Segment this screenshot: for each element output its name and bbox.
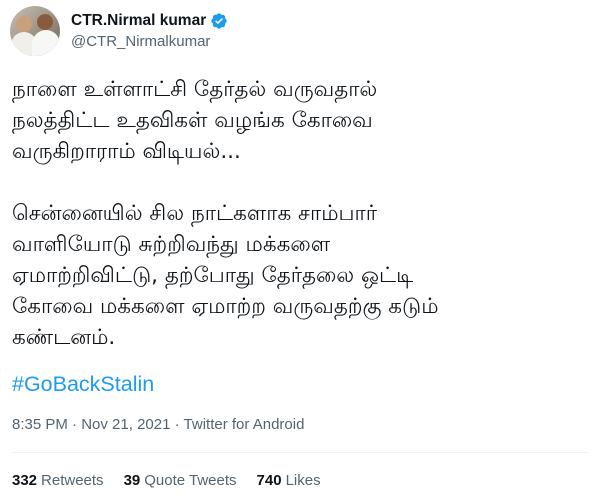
tweet-meta: 8:35 PM · Nov 21, 2021 · Twitter for And… <box>12 416 304 433</box>
likes-count: 740 <box>256 472 282 489</box>
tweet-line: சென்னையில் சில நாட்களாக சாம்பார் <box>12 201 377 226</box>
tweet-date[interactable]: Nov 21, 2021 <box>81 416 170 433</box>
tweet-line: வருகிறாராம் விடியல்... <box>12 139 241 164</box>
quote-tweets-stat[interactable]: 39 Quote Tweets <box>124 472 237 489</box>
tweet-line: நாளை உள்ளாட்சி தேர்தல் வருவதால் <box>12 77 378 102</box>
retweets-count: 332 <box>12 472 38 489</box>
hashtag-link[interactable]: #GoBackStalin <box>12 372 154 397</box>
verified-badge-icon <box>211 13 227 29</box>
tweet-line: வாளியோடு சுற்றிவந்து மக்களை <box>12 232 331 257</box>
tweet-line: கோவை மக்களை ஏமாற்ற வருவதற்கு கடும் <box>12 294 439 319</box>
tweet-text: நாளை உள்ளாட்சி தேர்தல் வருவதால் நலத்திட்… <box>12 74 592 353</box>
tweet-line: நலத்திட்ட உதவிகள் வழங்க கோவை <box>12 108 373 133</box>
meta-separator: · <box>174 416 180 433</box>
tweet-source[interactable]: Twitter for Android <box>184 416 305 433</box>
meta-separator: · <box>72 416 78 433</box>
retweets-stat[interactable]: 332 Retweets <box>12 472 104 489</box>
avatar[interactable] <box>10 6 60 56</box>
quote-tweets-label: Quote Tweets <box>144 472 237 489</box>
tweet-time[interactable]: 8:35 PM <box>12 416 68 433</box>
retweets-label: Retweets <box>41 472 104 489</box>
quote-tweets-count: 39 <box>123 472 141 489</box>
divider <box>12 452 588 453</box>
likes-stat[interactable]: 740 Likes <box>257 472 321 489</box>
author-name[interactable]: CTR.Nirmal kumar <box>71 12 206 30</box>
author-handle[interactable]: @CTR_Nirmalkumar <box>71 33 210 50</box>
likes-label: Likes <box>285 472 321 489</box>
tweet-line: ஏமாற்றிவிட்டு, தற்போது தேர்தலை ஒட்டி <box>12 263 414 288</box>
tweet-line: கண்டனம். <box>12 325 116 350</box>
tweet-stats: 332 Retweets 39 Quote Tweets 740 Likes <box>12 472 341 489</box>
tweet-header: CTR.Nirmal kumar @CTR_Nirmalkumar <box>10 6 590 56</box>
author-name-row[interactable]: CTR.Nirmal kumar <box>71 10 228 32</box>
